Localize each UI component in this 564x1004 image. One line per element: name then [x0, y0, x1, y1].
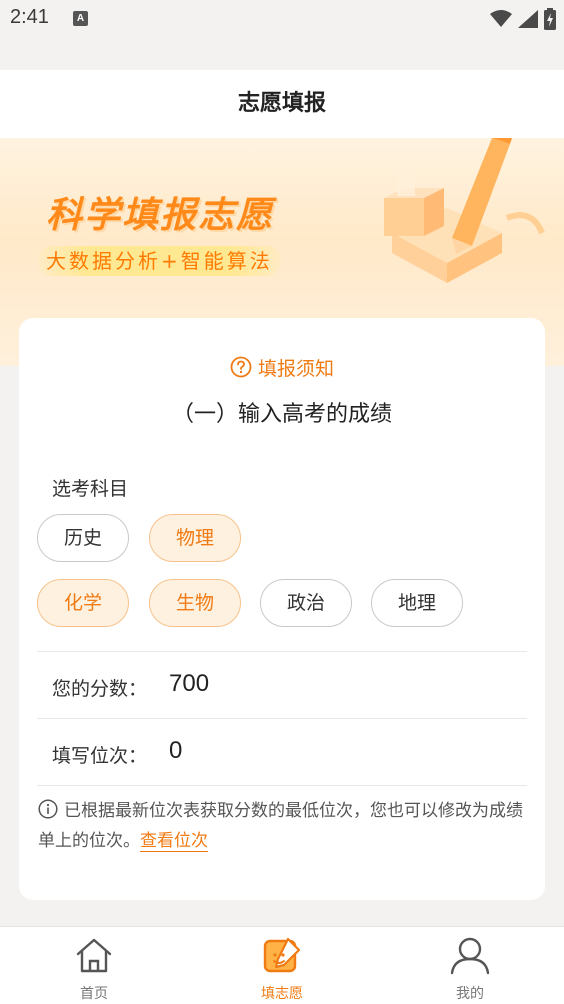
- subject-chip-politics[interactable]: 政治: [260, 579, 352, 627]
- signal-icon: [518, 10, 538, 28]
- divider: [37, 718, 527, 719]
- notice-link[interactable]: 填报须知: [19, 354, 545, 380]
- section-title: （一）输入高考的成绩: [171, 402, 392, 427]
- wifi-icon: [490, 10, 512, 27]
- page-title: 志愿填报: [237, 91, 326, 116]
- subject-chip-physics[interactable]: 物理: [149, 514, 241, 562]
- edit-form-icon: [263, 937, 301, 973]
- nav-profile[interactable]: 我的: [400, 927, 540, 1004]
- banner-subtitle: 大数据分析+智能算法: [46, 249, 273, 273]
- nav-home[interactable]: 首页: [24, 927, 164, 1004]
- score-input[interactable]: 700: [169, 670, 209, 698]
- nav-fill-application[interactable]: 填志愿: [212, 927, 352, 1004]
- subject-chip-geography[interactable]: 地理: [371, 579, 463, 627]
- score-entry-card: 填报须知 （一）输入高考的成绩 选考科目 历史 物理 化学 生物 政治 地理 您…: [19, 318, 545, 900]
- nav-home-label: 首页: [80, 986, 108, 1002]
- subject-chip-biology[interactable]: 生物: [149, 579, 241, 627]
- divider: [37, 651, 527, 652]
- status-time: 2:41: [10, 6, 49, 28]
- info-text: 已根据最新位次表获取分数的最低位次，您也可以修改为成绩单上的位次。: [38, 801, 523, 851]
- status-icons: [490, 8, 556, 30]
- subject-chip-history[interactable]: 历史: [37, 514, 129, 562]
- banner-subtitle-pill: 大数据分析+智能算法: [38, 246, 281, 276]
- keyboard-indicator-icon: A: [73, 11, 88, 26]
- info-circle-icon: [38, 799, 58, 819]
- rank-label: 填写位次：: [52, 745, 148, 767]
- subject-chip-chemistry[interactable]: 化学: [37, 579, 129, 627]
- rank-input[interactable]: 0: [169, 737, 182, 765]
- question-circle-icon: [230, 356, 252, 378]
- user-icon: [450, 937, 490, 975]
- banner-title: 科学填报志愿: [46, 195, 275, 236]
- bottom-nav: 首页 填志愿 我的: [0, 926, 564, 1004]
- battery-icon: [544, 8, 556, 30]
- rank-info-note: 已根据最新位次表获取分数的最低位次，您也可以修改为成绩单上的位次。查看位次: [38, 796, 528, 856]
- divider: [37, 785, 527, 786]
- page-header: 志愿填报: [0, 70, 564, 138]
- nav-profile-label: 我的: [456, 986, 484, 1002]
- nav-fill-application-label: 填志愿: [261, 986, 303, 1002]
- status-bar: 2:41 A: [0, 0, 564, 38]
- subjects-label: 选考科目: [52, 478, 129, 500]
- pencil-blocks-illustration-icon: [384, 138, 545, 283]
- notice-label: 填报须知: [257, 357, 334, 380]
- home-icon: [76, 938, 112, 973]
- view-rank-link[interactable]: 查看位次: [140, 831, 208, 852]
- score-label: 您的分数：: [52, 678, 148, 700]
